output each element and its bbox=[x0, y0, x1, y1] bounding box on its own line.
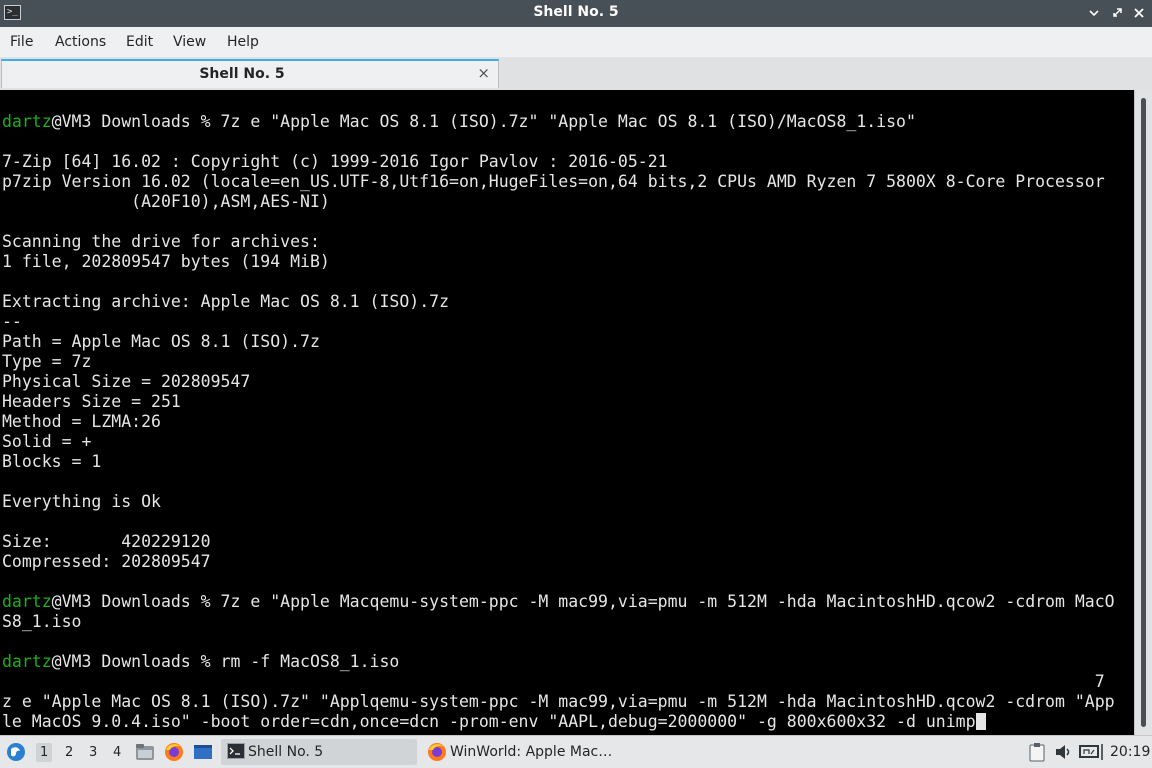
firefox-icon[interactable] bbox=[163, 741, 185, 767]
prompt-command: @VM3 Downloads % 7z e "Apple Mac OS 8.1 … bbox=[51, 112, 916, 131]
maximize-icon[interactable] bbox=[1109, 4, 1127, 22]
tab-bar: Shell No. 5 × bbox=[0, 57, 1152, 91]
terminal-output[interactable]: dartz@VM3 Downloads % 7z e "Apple Mac OS… bbox=[0, 90, 1134, 735]
terminal-line: 1 file, 202809547 bytes (194 MiB) bbox=[2, 252, 330, 271]
workspace-2[interactable]: 2 bbox=[65, 745, 73, 760]
terminal-line: Blocks = 1 bbox=[2, 452, 102, 471]
prompt-user: dartz bbox=[2, 112, 52, 131]
terminal-line: p7zip Version 16.02 (locale=en_US.UTF-8,… bbox=[2, 172, 1105, 191]
terminal-line: Solid = + bbox=[2, 432, 92, 451]
terminal-line: dartz@VM3 Downloads % 7z e "Apple Mac OS… bbox=[2, 112, 1115, 132]
terminal-input-line[interactable]: le MacOS 9.0.4.iso" -boot order=cdn,once… bbox=[2, 712, 1115, 732]
terminal-line: -- bbox=[2, 312, 22, 331]
tab-close-icon[interactable]: × bbox=[477, 64, 490, 82]
terminal-line: Physical Size = 202809547 bbox=[2, 372, 251, 391]
terminal-line: Size: 420229120 bbox=[2, 532, 211, 551]
prompt-user: dartz bbox=[2, 592, 52, 611]
task-label: WinWorld: Apple Mac… bbox=[450, 744, 613, 760]
terminal-line: Compressed: 202809547 bbox=[2, 552, 211, 571]
close-icon[interactable] bbox=[1130, 4, 1148, 22]
menu-help[interactable]: Help bbox=[227, 34, 259, 50]
terminal-line: (A20F10),ASM,AES-NI) bbox=[2, 192, 330, 211]
terminal-line: S8_1.iso bbox=[2, 612, 82, 631]
file-manager-icon[interactable] bbox=[135, 742, 155, 766]
terminal-line: Headers Size = 251 bbox=[2, 392, 181, 411]
clock[interactable]: 20:19 bbox=[1110, 744, 1150, 760]
terminal-line: Everything is Ok bbox=[2, 492, 161, 511]
terminal-scrollbar[interactable] bbox=[1134, 90, 1152, 735]
terminal-line: Path = Apple Mac OS 8.1 (ISO).7z bbox=[2, 332, 320, 351]
task-shell-5[interactable]: Shell No. 5 bbox=[221, 739, 417, 765]
terminal-line: Scanning the drive for archives: bbox=[2, 232, 320, 251]
prompt-command: @VM3 Downloads % 7z e "Apple Macqemu-sys… bbox=[51, 592, 1115, 611]
menu-view[interactable]: View bbox=[173, 34, 206, 50]
power-icon[interactable] bbox=[1100, 742, 1106, 766]
menu-edit[interactable]: Edit bbox=[126, 34, 153, 50]
workspace-3[interactable]: 3 bbox=[89, 745, 97, 760]
tab-label: Shell No. 5 bbox=[199, 66, 285, 82]
current-command: le MacOS 9.0.4.iso" -boot order=cdn,once… bbox=[2, 712, 976, 731]
minimize-icon[interactable] bbox=[1085, 4, 1103, 22]
window-titlebar[interactable]: >_ Shell No. 5 bbox=[0, 0, 1152, 27]
volume-icon[interactable] bbox=[1054, 743, 1074, 765]
network-icon[interactable] bbox=[1078, 743, 1100, 765]
prompt-user: dartz bbox=[2, 652, 52, 671]
show-desktop-icon[interactable] bbox=[193, 743, 213, 765]
terminal-line: 7 bbox=[2, 672, 1105, 691]
firefox-icon bbox=[426, 741, 448, 767]
task-label: Shell No. 5 bbox=[248, 744, 324, 760]
window-title: Shell No. 5 bbox=[533, 4, 619, 20]
menu-file[interactable]: File bbox=[10, 34, 33, 50]
terminal-line: Type = 7z bbox=[2, 352, 92, 371]
scrollbar-thumb[interactable] bbox=[1141, 98, 1146, 727]
terminal-icon bbox=[227, 743, 245, 763]
clipboard-icon[interactable] bbox=[1028, 742, 1046, 766]
menu-actions[interactable]: Actions bbox=[55, 34, 106, 50]
terminal-line: Extracting archive: Apple Mac OS 8.1 (IS… bbox=[2, 292, 450, 311]
prompt-command: @VM3 Downloads % rm -f MacOS8_1.iso bbox=[51, 652, 400, 671]
workspace-1[interactable]: 1 bbox=[36, 743, 53, 762]
terminal-line: 7-Zip [64] 16.02 : Copyright (c) 1999-20… bbox=[2, 152, 668, 171]
terminal-line: z e "Apple Mac OS 8.1 (ISO).7z" "Applqem… bbox=[2, 692, 1115, 711]
text-cursor bbox=[975, 713, 986, 730]
taskbar: 1 2 3 4 Shell No. 5 WinWorld: Apple Mac…… bbox=[0, 735, 1152, 768]
terminal-line: dartz@VM3 Downloads % 7z e "Apple Macqem… bbox=[2, 592, 1115, 612]
terminal-line: Method = LZMA:26 bbox=[2, 412, 161, 431]
menu-bar: File Actions Edit View Help bbox=[0, 27, 1152, 57]
lxqt-menu-icon[interactable] bbox=[5, 741, 27, 767]
task-firefox[interactable]: WinWorld: Apple Mac… bbox=[424, 739, 634, 765]
workspace-4[interactable]: 4 bbox=[113, 745, 121, 760]
tab-shell-5[interactable]: Shell No. 5 × bbox=[1, 59, 499, 88]
terminal-line: dartz@VM3 Downloads % rm -f MacOS8_1.iso bbox=[2, 652, 1115, 672]
